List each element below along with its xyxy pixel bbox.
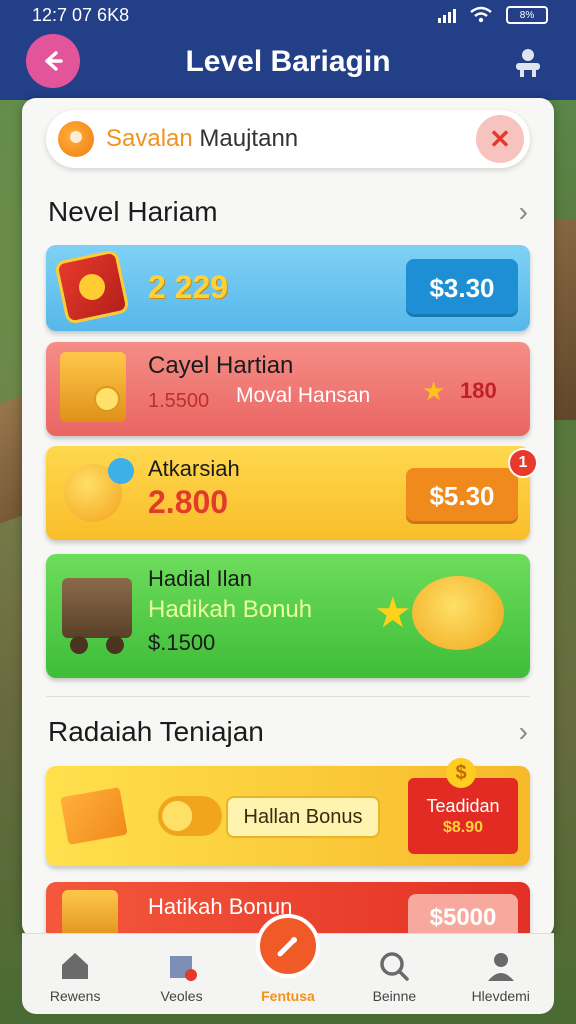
bonus-label: Hallan Bonus (243, 805, 363, 828)
main-panel: Savalan Maujtann ✕ Nevel Hariam › 2 229 … (22, 98, 554, 938)
person-icon (483, 948, 519, 984)
home-icon (57, 948, 93, 984)
row3-price: $5.30 (429, 480, 495, 511)
close-icon: ✕ (489, 123, 511, 154)
gift-box-icon (54, 249, 130, 325)
row2-amount: 1.5500 (148, 390, 210, 412)
nav-veoles[interactable]: Veoles (137, 948, 227, 1004)
row3-amount: 2.800 (148, 484, 229, 520)
close-button[interactable]: ✕ (476, 115, 524, 163)
row2-title: Cayel Hartian (148, 352, 294, 379)
row1-value: 2 229 (148, 269, 229, 305)
nav-label: Veoles (160, 988, 203, 1004)
coins-icon (158, 796, 222, 836)
person-icon (516, 49, 540, 77)
search-bar[interactable]: Savalan Maujtann ✕ (46, 110, 530, 168)
star-burst-icon: ★ (374, 589, 412, 636)
reward-row-4[interactable]: Hadial Ilan Hadikah Bonuh $.1500 ★ (46, 554, 530, 678)
basket-icon (62, 890, 118, 938)
basket-icon (60, 352, 126, 422)
bonus2-price-button[interactable]: $5000 (408, 894, 518, 938)
reward-row-3[interactable]: Atkarsiah 2.800 $5.30 1 (46, 446, 538, 540)
wifi-icon (470, 6, 492, 23)
status-icons: 8% (438, 6, 548, 24)
bonus2-price: $5000 (429, 904, 497, 931)
back-button[interactable] (26, 34, 80, 88)
signal-icon (438, 7, 456, 23)
row3-price-button[interactable]: $5.30 (406, 468, 518, 524)
coin-search-icon (58, 121, 94, 157)
dollar-coin-icon: $ (446, 758, 476, 788)
nav-center-button[interactable] (256, 914, 320, 978)
top-bar: 12:7 07 6K8 8% Level Bariagin (0, 0, 576, 100)
bonus-label-box: Hallan Bonus (226, 796, 380, 838)
box-icon (164, 948, 200, 984)
nav-rewens[interactable]: Rewens (30, 948, 120, 1004)
status-bar: 12:7 07 6K8 8% (0, 0, 576, 30)
smiley-coin-icon (64, 458, 134, 522)
badge-count: 1 (518, 454, 528, 471)
row4-subtitle: Hadikah Bonuh (148, 596, 313, 623)
row2-subtitle: Moval Hansan (236, 384, 371, 407)
row1-price: $3.30 (429, 272, 495, 303)
reward-row-2[interactable]: Cayel Hartian 1.5500 Moval Hansan ★ 180 (46, 342, 530, 436)
row3-title: Atkarsiah (148, 456, 240, 481)
star-icon: ★ (422, 376, 446, 406)
row1-price-button[interactable]: $3.30 (406, 259, 518, 317)
status-time: 12:7 07 6K8 (32, 4, 130, 25)
bottom-navigation: Rewens Veoles Fentusa Beinne Hlevdemi (22, 914, 554, 1014)
nav-label: Beinne (372, 988, 417, 1004)
envelope-icon (60, 787, 128, 845)
bonus-tag-title: Teadidan (426, 795, 500, 816)
chevron-right-icon[interactable]: › (519, 716, 528, 748)
smiley-mascot-icon (412, 576, 504, 650)
section-divider (46, 696, 530, 697)
row2-stars: 180 (460, 378, 497, 403)
row4-title: Hadial Ilan (148, 566, 252, 591)
cart-icon (62, 578, 132, 654)
search-icon (376, 948, 412, 984)
bonus-tag-button[interactable]: Teadidan $8.90 (408, 778, 518, 854)
nav-beinne[interactable]: Beinne (349, 948, 439, 1004)
search-highlight: Savalan (106, 125, 193, 152)
bonus-row-1[interactable]: Hallan Bonus Teadidan $8.90 $ (46, 758, 530, 866)
back-arrow-icon (45, 51, 63, 71)
pen-icon (277, 937, 297, 957)
search-text: Savalan Maujtann (106, 125, 298, 153)
app-header: Level Bariagin (0, 32, 576, 92)
search-rest: Maujtann (192, 125, 299, 152)
nav-label: Rewens (49, 988, 101, 1004)
reward-row-1[interactable]: 2 229 $3.30 (46, 245, 530, 331)
section-title-rewards: Radaiah Teniajan (48, 716, 264, 747)
profile-button[interactable] (508, 42, 548, 82)
battery-level: 8% (519, 9, 535, 21)
chevron-right-icon[interactable]: › (519, 196, 528, 228)
bonus-tag-price: $8.90 (442, 818, 484, 836)
battery-icon: 8% (506, 6, 548, 24)
bonus2-title: Hatikah Bonun (148, 894, 293, 919)
row4-amount: $.1500 (148, 630, 216, 655)
nav-hlevdemi[interactable]: Hlevdemi (456, 948, 546, 1004)
nav-label: Fentusa (261, 988, 315, 1004)
section-title-daily: Nevel Hariam (48, 196, 218, 227)
page-title: Level Bariagin (185, 45, 391, 78)
nav-label: Hlevdemi (471, 988, 530, 1004)
notification-badge: 1 (508, 448, 538, 478)
